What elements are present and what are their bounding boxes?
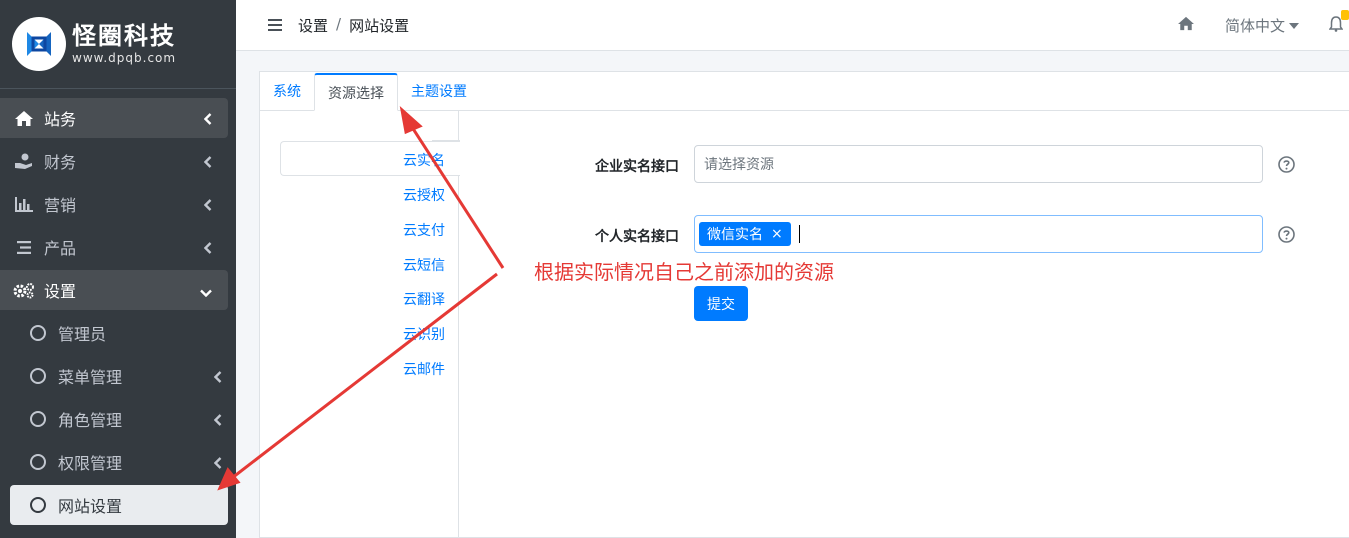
sidebar-item-finance[interactable]: 财务	[0, 141, 228, 181]
home-icon	[12, 109, 36, 127]
circle-icon	[30, 497, 46, 513]
sidebar-item-label: 财务	[44, 153, 77, 172]
help-icon[interactable]	[1278, 226, 1295, 243]
sidebar-item-marketing[interactable]: 营销	[0, 184, 228, 224]
resource-nav-item[interactable]: 云授权	[403, 185, 445, 205]
sidebar-subitem-admin[interactable]: 管理员	[10, 313, 228, 353]
chevron-down-icon	[200, 282, 212, 301]
sidebar-subitem-label: 网站设置	[58, 497, 123, 516]
language-label: 简体中文	[1224, 17, 1285, 35]
enterprise-label: 企业实名接口	[595, 159, 679, 175]
sidebar-item-label: 营销	[44, 196, 77, 215]
caret-down-icon	[1289, 22, 1299, 29]
sidebar-subitem-label: 角色管理	[58, 411, 123, 430]
sidebar-item-label: 产品	[44, 239, 77, 258]
gears-icon	[12, 281, 36, 299]
bell-icon[interactable]	[1328, 9, 1349, 36]
tag-label: 微信实名	[707, 227, 763, 243]
resource-nav-item[interactable]: 云邮件	[403, 359, 445, 379]
bar-chart-icon	[12, 195, 36, 213]
menu-toggle-icon[interactable]	[268, 16, 282, 34]
brand[interactable]: 怪圈科技 www.dpqb.com	[0, 0, 236, 89]
tag-remove-icon[interactable]: ×	[771, 226, 783, 242]
sidebar-subitem-website[interactable]: 网站设置	[10, 485, 228, 525]
personal-label: 个人实名接口	[595, 229, 679, 245]
settings-card: 系统 资源选择 主题设置 云实名 云授权 云支付 云短信 云翻译 云识别 云邮件…	[259, 71, 1349, 538]
sidebar-subitem-menu[interactable]: 菜单管理	[10, 356, 228, 396]
resource-nav: 云实名 云授权 云支付 云短信 云翻译 云识别 云邮件	[260, 111, 460, 538]
tab-system[interactable]: 系统	[260, 72, 314, 110]
chevron-left-icon	[203, 110, 212, 129]
sidebar-subitem-permission[interactable]: 权限管理	[10, 442, 228, 482]
chevron-left-icon	[213, 411, 222, 430]
sidebar: 怪圈科技 www.dpqb.com 站务 财务 营销 产品 设置 管理员 菜单管…	[0, 0, 236, 538]
tab-resource[interactable]: 资源选择	[314, 73, 398, 111]
chevron-left-icon	[213, 454, 222, 473]
chevron-left-icon	[203, 239, 212, 258]
breadcrumb-separator: /	[336, 14, 342, 33]
circle-icon	[30, 368, 46, 384]
breadcrumb: 设置 / 网站设置	[298, 15, 409, 36]
resource-nav-item[interactable]: 云翻译	[403, 289, 445, 309]
circle-icon	[30, 454, 46, 470]
sidebar-subitem-label: 菜单管理	[58, 368, 123, 387]
topbar: 设置 / 网站设置 简体中文	[236, 0, 1349, 51]
personal-resource-select[interactable]: 微信实名 ×	[694, 215, 1263, 253]
sidebar-subitem-role[interactable]: 角色管理	[10, 399, 228, 439]
list-icon	[12, 238, 36, 256]
sidebar-item-label: 设置	[44, 282, 77, 301]
hand-coin-icon	[12, 152, 36, 170]
brand-logo-icon	[12, 17, 66, 71]
vnav-divider	[432, 129, 460, 141]
brand-subtitle: www.dpqb.com	[72, 51, 177, 65]
sidebar-subitem-label: 管理员	[58, 325, 107, 344]
selected-tag: 微信实名 ×	[699, 222, 791, 246]
sidebar-item-station[interactable]: 站务	[0, 98, 228, 138]
language-dropdown[interactable]: 简体中文	[1225, 15, 1299, 36]
chevron-left-icon	[203, 196, 212, 215]
resource-nav-item[interactable]: 云短信	[403, 255, 445, 275]
tab-theme[interactable]: 主题设置	[398, 72, 480, 110]
chevron-left-icon	[203, 153, 212, 172]
enterprise-resource-select[interactable]: 请选择资源	[694, 145, 1263, 183]
sidebar-item-label: 站务	[44, 110, 77, 129]
home-icon[interactable]	[1177, 16, 1195, 35]
resource-nav-item[interactable]: 云识别	[403, 324, 445, 344]
sidebar-nav: 站务 财务 营销 产品 设置 管理员 菜单管理 角色管理 权限管理 网站设置	[0, 89, 236, 525]
submit-button[interactable]: 提交	[694, 286, 748, 321]
brand-title: 怪圈科技	[72, 22, 176, 50]
sidebar-subitem-label: 权限管理	[58, 454, 123, 473]
tabs: 系统 资源选择 主题设置	[260, 72, 1349, 111]
enterprise-placeholder: 请选择资源	[704, 157, 774, 173]
breadcrumb-item-current: 网站设置	[349, 16, 410, 35]
circle-icon	[30, 411, 46, 427]
resource-nav-item[interactable]: 云支付	[403, 220, 445, 240]
text-caret	[798, 225, 800, 243]
chevron-left-icon	[213, 368, 222, 387]
resource-nav-item[interactable]: 云实名	[403, 150, 445, 170]
annotation-text: 根据实际情况自己之前添加的资源	[534, 260, 834, 284]
sidebar-item-product[interactable]: 产品	[0, 227, 228, 267]
sidebar-item-settings[interactable]: 设置	[0, 270, 228, 310]
circle-icon	[30, 325, 46, 341]
breadcrumb-item[interactable]: 设置	[298, 15, 328, 36]
notification-badge	[1341, 9, 1349, 20]
help-icon[interactable]	[1278, 156, 1295, 173]
